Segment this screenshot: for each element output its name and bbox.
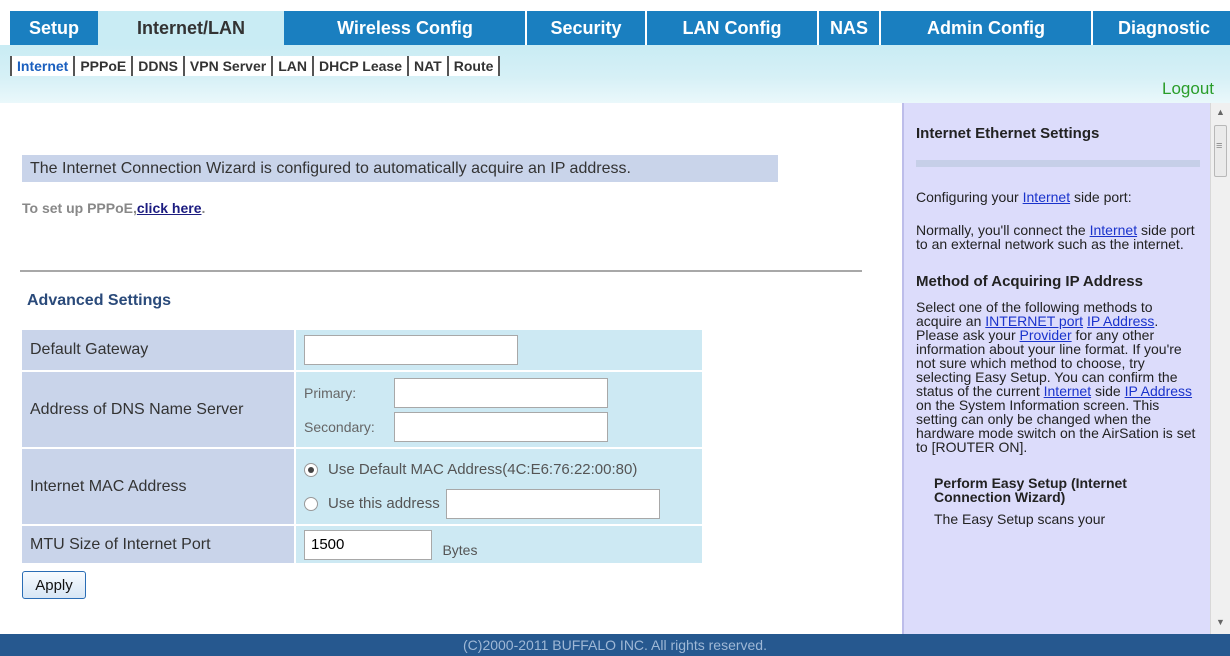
tab-setup[interactable]: Setup: [10, 11, 98, 45]
help-internet-link[interactable]: Internet: [1023, 189, 1070, 205]
help-text: Configuring your: [916, 189, 1023, 205]
help-scrollbar[interactable]: ▲ ▼: [1210, 103, 1230, 634]
tab-diagnostic[interactable]: Diagnostic: [1092, 11, 1230, 45]
subtab-internet[interactable]: Internet: [10, 56, 76, 76]
mac-custom-option[interactable]: Use this address: [304, 487, 702, 521]
tab-separator: [1091, 11, 1093, 45]
tab-security[interactable]: Security: [526, 11, 646, 45]
mac-address-cell: Use Default MAC Address(4C:E6:76:22:00:8…: [296, 449, 702, 524]
dns-secondary-label: Secondary:: [304, 418, 375, 435]
mtu-size-input[interactable]: [304, 529, 432, 560]
tab-separator: [645, 11, 647, 45]
tab-wireless-config[interactable]: Wireless Config: [284, 11, 526, 45]
pppoe-click-here-link[interactable]: click here: [137, 200, 202, 216]
help-panel: Internet Ethernet Settings Configuring y…: [902, 103, 1210, 634]
help-text: on the System Information screen. This s…: [916, 397, 1196, 455]
mtu-size-label: MTU Size of Internet Port: [22, 526, 296, 563]
help-divider: [916, 160, 1200, 167]
wizard-status-message: The Internet Connection Wizard is config…: [22, 155, 778, 182]
subtab-vpn-server[interactable]: VPN Server: [184, 56, 274, 76]
advanced-settings-title: Advanced Settings: [27, 292, 172, 309]
table-row: Internet MAC Address Use Default MAC Add…: [22, 449, 702, 524]
dns-primary-input[interactable]: [394, 377, 608, 408]
section-divider: [20, 270, 862, 272]
table-row: Default Gateway: [22, 330, 702, 370]
help-easy-setup-title: Perform Easy Setup (Internet Connection …: [934, 475, 1127, 505]
mac-custom-radio[interactable]: [304, 496, 318, 511]
tab-separator: [817, 11, 819, 45]
sub-navigation-tabs: Internet PPPoE DDNS VPN Server LAN DHCP …: [10, 56, 501, 76]
dns-server-label: Address of DNS Name Server: [22, 372, 296, 447]
help-easy-setup-text: The Easy Setup scans your: [934, 511, 1106, 527]
default-gateway-cell: [296, 330, 702, 370]
help-paragraph: Configuring your Internet side port:: [916, 189, 1200, 205]
tab-nas[interactable]: NAS: [818, 11, 880, 45]
pppoe-prefix: To set up PPPoE,: [22, 200, 137, 216]
help-text: side port:: [1070, 189, 1132, 205]
help-paragraph: Normally, you'll connect the Internet si…: [916, 223, 1200, 251]
mac-default-option-label: Use Default MAC Address(4C:E6:76:22:00:8…: [328, 461, 638, 478]
tab-separator: [879, 11, 881, 45]
mac-address-label: Internet MAC Address: [22, 449, 296, 524]
tab-internet-lan[interactable]: Internet/LAN: [98, 11, 284, 45]
scroll-up-arrow-icon[interactable]: ▲: [1216, 107, 1225, 117]
dns-server-cell: Primary: Secondary:: [296, 372, 702, 447]
subtab-lan[interactable]: LAN: [273, 56, 314, 76]
dns-primary-label: Primary:: [304, 384, 357, 401]
dns-secondary-input[interactable]: [394, 411, 608, 442]
subtab-dhcp-lease[interactable]: DHCP Lease: [313, 56, 409, 76]
tab-admin-config[interactable]: Admin Config: [880, 11, 1092, 45]
mac-default-option[interactable]: Use Default MAC Address(4C:E6:76:22:00:8…: [304, 453, 702, 487]
mac-custom-input[interactable]: [445, 488, 660, 519]
help-content: Internet Ethernet Settings Configuring y…: [916, 125, 1200, 526]
footer-copyright: (C)2000-2011 BUFFALO INC. All rights res…: [0, 634, 1230, 656]
default-gateway-input[interactable]: [304, 335, 518, 365]
advanced-settings-table: Default Gateway Address of DNS Name Serv…: [22, 328, 702, 565]
mac-default-radio[interactable]: [304, 462, 318, 477]
table-row: Address of DNS Name Server Primary: Seco…: [22, 372, 702, 447]
scrollbar-thumb[interactable]: [1214, 125, 1227, 177]
logout-link[interactable]: Logout: [1162, 79, 1214, 99]
pppoe-suffix: .: [201, 200, 206, 216]
pppoe-setup-line: To set up PPPoE,click here.: [22, 200, 205, 216]
mtu-size-cell: Bytes: [296, 526, 702, 563]
help-method-paragraph: Select one of the following methods to a…: [916, 300, 1200, 454]
scroll-down-arrow-icon[interactable]: ▼: [1216, 617, 1225, 627]
subtab-pppoe[interactable]: PPPoE: [75, 56, 134, 76]
subtab-route[interactable]: Route: [448, 56, 501, 76]
help-method-title: Method of Acquiring IP Address: [916, 273, 1143, 290]
tab-separator: [525, 11, 527, 45]
help-title: Internet Ethernet Settings: [916, 125, 1100, 142]
dns-primary-line: Primary:: [304, 376, 702, 410]
table-row: MTU Size of Internet Port Bytes: [22, 526, 702, 563]
dns-secondary-line: Secondary:: [304, 410, 702, 444]
mac-custom-option-label: Use this address: [328, 495, 440, 512]
mtu-unit-label: Bytes: [442, 542, 478, 558]
subtab-ddns[interactable]: DDNS: [133, 56, 185, 76]
subtab-nat[interactable]: NAT: [409, 56, 449, 76]
apply-button[interactable]: Apply: [22, 571, 86, 599]
tab-lan-config[interactable]: LAN Config: [646, 11, 818, 45]
top-navigation: Setup Internet/LAN Wireless Config Secur…: [0, 0, 1230, 45]
default-gateway-label: Default Gateway: [22, 330, 296, 370]
